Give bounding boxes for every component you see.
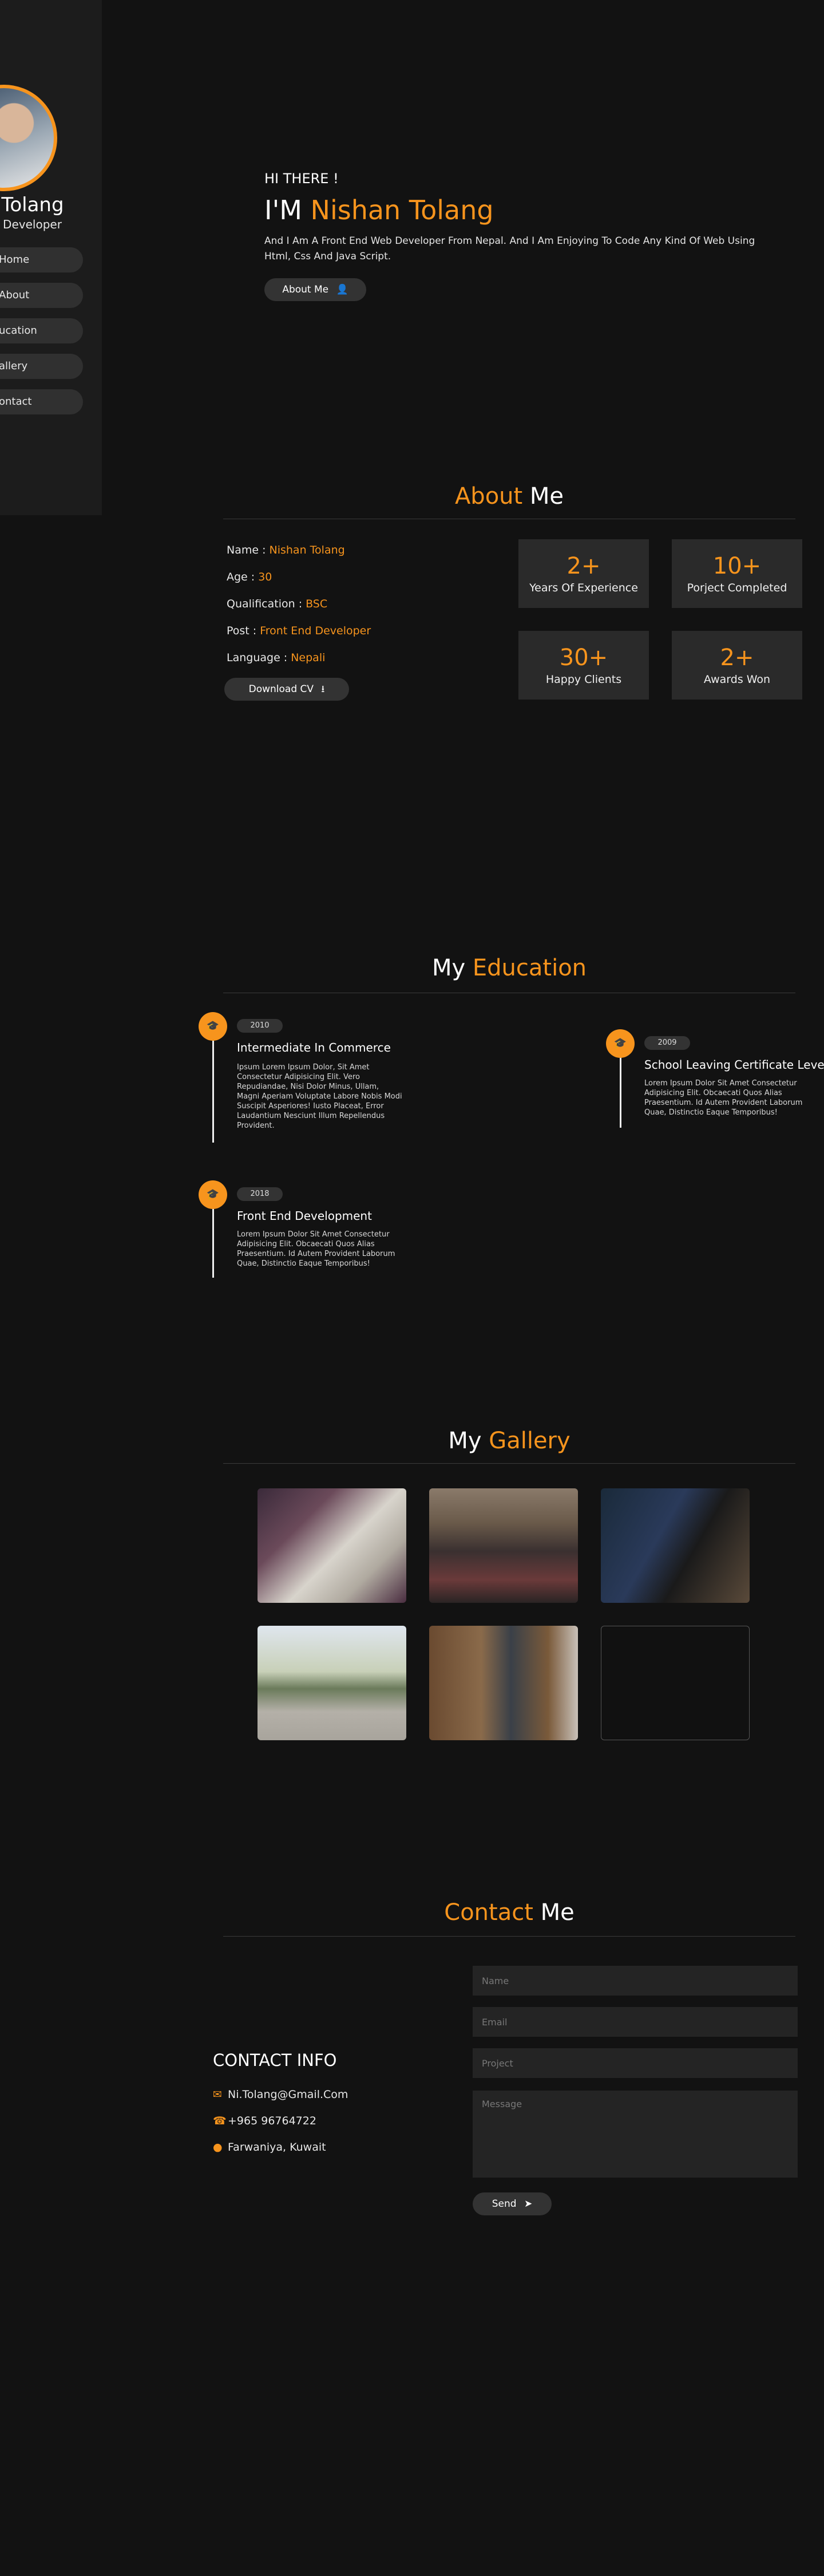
graduation-cap-icon: 🎓 xyxy=(199,1180,227,1209)
send-button[interactable]: Send ➤ xyxy=(473,2192,552,2215)
sidebar-item-home[interactable]: Home xyxy=(0,247,83,272)
download-cv-label: Download CV xyxy=(248,683,314,695)
gallery-title-rest: My xyxy=(448,1428,482,1454)
gallery-image-broken[interactable] xyxy=(601,1626,750,1740)
stat-card: 10+ Porject Completed xyxy=(672,539,802,608)
gallery-title-accent: Gallery xyxy=(481,1428,571,1454)
gallery-image[interactable] xyxy=(258,1626,406,1740)
info-value: Nishan Tolang xyxy=(269,544,345,556)
message-field[interactable] xyxy=(473,2091,798,2178)
sidebar-role: d Developer xyxy=(0,218,62,231)
info-age: Age :30 xyxy=(227,571,272,583)
contact-info-title: CONTACT INFO xyxy=(213,2050,337,2070)
info-label: Age : xyxy=(227,571,255,583)
download-cv-button[interactable]: Download CV ⭳ xyxy=(224,678,349,701)
info-value: Front End Developer xyxy=(260,625,371,637)
about-me-button[interactable]: About Me 👤 xyxy=(264,278,366,301)
sidebar-item-education[interactable]: ucation xyxy=(0,318,83,343)
contact-title-rest: Me xyxy=(533,1899,575,1926)
envelope-icon: ✉ xyxy=(213,2088,222,2101)
info-value: 30 xyxy=(258,571,272,583)
about-title: About Me xyxy=(223,483,795,509)
about-title-rest: Me xyxy=(522,483,564,509)
info-label: Name : xyxy=(227,544,266,556)
sidebar: n Tolang d Developer Home About ucation … xyxy=(0,0,102,515)
info-label: Language : xyxy=(227,651,288,664)
education-title-rest: My xyxy=(431,955,466,981)
hero-title-name: Nishan Tolang xyxy=(310,195,494,226)
edu-heading: Front End Development xyxy=(237,1209,372,1223)
info-label: Qualification : xyxy=(227,598,303,610)
timeline-line xyxy=(620,1057,621,1128)
graduation-cap-icon: 🎓 xyxy=(199,1012,227,1041)
avatar xyxy=(0,85,57,191)
stat-label: Years Of Experience xyxy=(529,582,638,594)
stat-card: 2+ Awards Won xyxy=(672,631,802,700)
stat-number: 10+ xyxy=(712,553,762,579)
stat-card: 2+ Years Of Experience xyxy=(518,539,649,608)
sidebar-name: n Tolang xyxy=(0,193,64,216)
name-field[interactable] xyxy=(473,1966,798,1996)
stat-label: Porject Completed xyxy=(687,582,787,594)
stat-card: 30+ Happy Clients xyxy=(518,631,649,700)
hero-title-prefix: I'M xyxy=(264,195,311,226)
stat-number: 2+ xyxy=(720,645,754,671)
edu-heading: Intermediate In Commerce xyxy=(237,1041,391,1054)
project-field[interactable] xyxy=(473,2048,798,2078)
edu-body: Ipsum Lorem Ipsum Dolor, Sit Amet Consec… xyxy=(237,1063,402,1130)
sidebar-item-about[interactable]: About xyxy=(0,283,83,308)
info-label: Post : xyxy=(227,625,257,637)
divider xyxy=(223,1463,795,1464)
info-language: Language : Nepali xyxy=(227,651,325,664)
gallery-image[interactable] xyxy=(258,1488,406,1603)
info-name: Name : Nishan Tolang xyxy=(227,544,345,556)
gallery-image[interactable] xyxy=(429,1488,578,1603)
info-value: BSC xyxy=(306,598,328,610)
email-field[interactable] xyxy=(473,2007,798,2037)
info-post: Post : Front End Developer xyxy=(227,625,371,637)
contact-phone-text: +965 96764722 xyxy=(228,2115,316,2127)
contact-email-text: Ni.Tolang@Gmail.Com xyxy=(228,2088,348,2101)
gallery-image[interactable] xyxy=(601,1488,750,1603)
map-pin-icon: ● xyxy=(213,2141,223,2154)
phone-icon: ☎ xyxy=(213,2115,227,2127)
education-title: My Education xyxy=(223,955,795,981)
download-icon: ⭳ xyxy=(321,683,325,695)
info-value: Nepali xyxy=(291,651,326,664)
edu-year: 2009 xyxy=(644,1036,690,1050)
contact-address: ● Farwaniya, Kuwait xyxy=(213,2141,326,2154)
edu-body: Lorem Ipsum Dolor Sit Amet Consectetur A… xyxy=(644,1079,803,1117)
gallery-title: My Gallery xyxy=(223,1428,795,1454)
contact-phone: ☎ +965 96764722 xyxy=(213,2115,316,2127)
contact-title-accent: Contact xyxy=(444,1899,533,1926)
paper-plane-icon: ➤ xyxy=(524,2198,533,2210)
hero-description: And I Am A Front End Web Developer From … xyxy=(264,235,755,262)
contact-email: ✉ Ni.Tolang@Gmail.Com xyxy=(213,2088,348,2101)
user-icon: 👤 xyxy=(336,284,348,295)
edu-body: Lorem Ipsum Dolor Sit Amet Consectetur A… xyxy=(237,1230,395,1268)
education-title-accent: Education xyxy=(465,955,587,981)
divider xyxy=(223,1936,795,1937)
stat-number: 2+ xyxy=(566,553,601,579)
contact-address-text: Farwaniya, Kuwait xyxy=(228,2141,326,2154)
hero-title: I'M Nishan Tolang xyxy=(264,195,494,226)
info-qualification: Qualification : BSC xyxy=(227,598,327,610)
hero-greeting: HI THERE ! xyxy=(264,171,339,187)
contact-title: Contact Me xyxy=(223,1899,795,1926)
send-label: Send xyxy=(492,2198,517,2210)
stat-label: Happy Clients xyxy=(545,673,622,686)
timeline-line xyxy=(212,1041,214,1143)
stat-label: Awards Won xyxy=(703,673,771,686)
timeline-line xyxy=(212,1209,214,1278)
edu-heading: School Leaving Certificate Level xyxy=(644,1058,824,1072)
graduation-cap-icon: 🎓 xyxy=(606,1029,635,1058)
edu-year: 2010 xyxy=(237,1019,283,1033)
gallery-image[interactable] xyxy=(429,1626,578,1740)
edu-year: 2018 xyxy=(237,1187,283,1201)
stat-number: 30+ xyxy=(559,645,608,671)
sidebar-item-contact[interactable]: ontact xyxy=(0,389,83,414)
about-me-label: About Me xyxy=(282,284,329,295)
sidebar-item-gallery[interactable]: allery xyxy=(0,354,83,379)
about-title-accent: About xyxy=(454,483,523,509)
